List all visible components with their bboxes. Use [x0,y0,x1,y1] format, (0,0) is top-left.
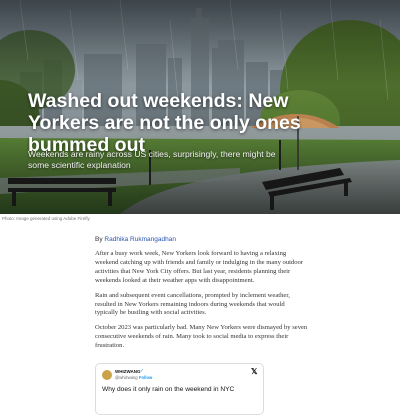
verified-badge-icon: ✓ [140,368,145,374]
byline: By Radhika Rukmangadhan [95,236,309,243]
byline-prefix: By [95,236,105,243]
tweet-text: Why does it only rain on the weekend in … [102,386,235,393]
article-subtitle: Weekends are rainy across US cities, sur… [28,149,276,170]
article-title: Washed out weekends: New Yorkers are not… [28,90,301,156]
avatar[interactable] [102,370,112,380]
follow-button[interactable]: Follow [139,375,152,380]
x-logo-icon[interactable]: 𝕏 [251,367,257,376]
article-body: By Radhika Rukmangadhan After a busy wor… [95,236,309,357]
image-credit: Photo: Image generated using Adobe Firef… [2,216,90,221]
tweet-author-name[interactable]: WHIZWANG [115,369,141,374]
paragraph-1: After a busy work week, New Yorkers look… [95,250,304,284]
paragraph-3: October 2023 was particularly bad. Many … [95,324,308,350]
tweet-author-handle[interactable]: @whizwang [115,375,138,380]
paragraph-2: Rain and subsequent event cancellations,… [95,291,290,317]
hero-image: Washed out weekends: New Yorkers are not… [0,0,400,214]
embedded-tweet[interactable]: WHIZWANG ✓ @whizwang Follow 𝕏 Why does i… [95,363,264,415]
author-link[interactable]: Radhika Rukmangadhan [104,236,176,243]
